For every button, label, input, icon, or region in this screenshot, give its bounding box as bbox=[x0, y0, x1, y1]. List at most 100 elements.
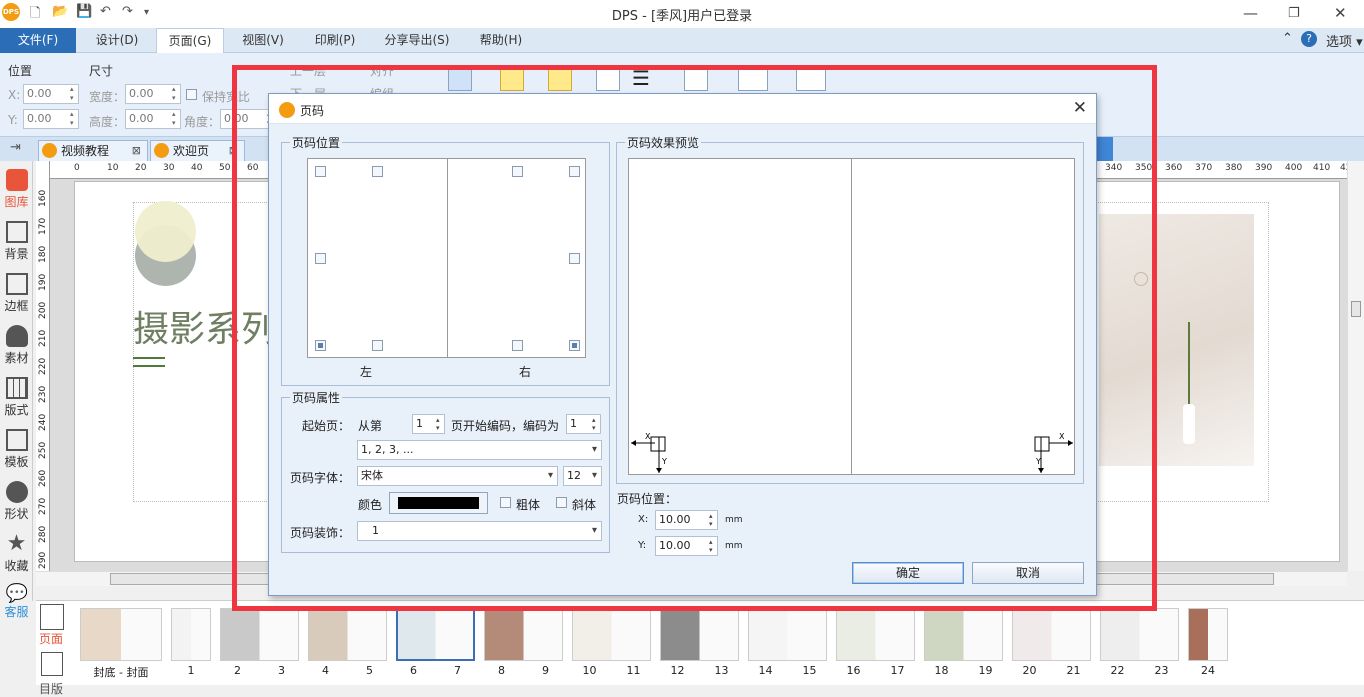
tab-video-tutorial[interactable]: 视频教程 ⊠ bbox=[38, 140, 148, 161]
page-color-icon[interactable] bbox=[448, 67, 472, 91]
page-thumbnail[interactable] bbox=[572, 608, 651, 661]
sidebar-item-favorites[interactable]: ★ 收藏 bbox=[0, 529, 33, 581]
add-page-icon[interactable] bbox=[500, 67, 524, 91]
italic-checkbox[interactable] bbox=[556, 497, 567, 508]
spread-view-icon[interactable] bbox=[796, 67, 826, 91]
sidebar-item-background[interactable]: 背景 bbox=[0, 217, 33, 269]
pos-left-top-center[interactable] bbox=[372, 166, 383, 177]
ok-button[interactable]: 确定 bbox=[852, 562, 964, 584]
dps-tab-icon bbox=[42, 143, 57, 158]
sidebar-item-layout[interactable]: 版式 bbox=[0, 373, 33, 425]
thumbnail-label: 9 bbox=[542, 664, 549, 677]
catalog-panel-label[interactable]: 目版 bbox=[39, 680, 63, 697]
pos-right-middle[interactable] bbox=[569, 253, 580, 264]
single-page-icon[interactable] bbox=[684, 67, 708, 91]
thumbnail-label: 5 bbox=[366, 664, 373, 677]
start-number-input[interactable]: 1 bbox=[566, 414, 601, 434]
pages-panel-label[interactable]: 页面 bbox=[39, 630, 63, 647]
pos-right-top-outer[interactable] bbox=[569, 166, 580, 177]
minimize-icon[interactable]: — bbox=[1243, 4, 1258, 22]
bold-checkbox[interactable] bbox=[500, 497, 511, 508]
pos-x-input[interactable]: 10.00 bbox=[655, 510, 718, 530]
page-thumbnail-selected[interactable] bbox=[396, 608, 475, 661]
dialog-close-icon[interactable]: ✕ bbox=[1073, 98, 1087, 118]
dialog-title-bar: 页码 ✕ bbox=[269, 94, 1096, 124]
sidebar-item-gallery[interactable]: 图库 bbox=[0, 165, 33, 217]
close-window-icon[interactable]: ✕ bbox=[1334, 4, 1347, 22]
sidebar-item-support[interactable]: 💬 客服 bbox=[0, 579, 33, 619]
sidebar-item-template[interactable]: 模板 bbox=[0, 425, 33, 477]
menu-page[interactable]: 页面(G) bbox=[156, 28, 224, 54]
menu-view[interactable]: 视图(V) bbox=[230, 28, 296, 53]
vscroll-thumb[interactable] bbox=[1351, 301, 1361, 317]
menu-file[interactable]: 文件(F) bbox=[0, 28, 76, 53]
page-thumbnail[interactable] bbox=[220, 608, 299, 661]
keep-ratio-checkbox[interactable] bbox=[186, 89, 197, 100]
pos-left-middle[interactable] bbox=[315, 253, 326, 264]
delete-page-icon[interactable] bbox=[548, 67, 572, 91]
ruler-tick: 50 bbox=[219, 163, 231, 173]
decoration-select[interactable]: 1 bbox=[357, 521, 602, 541]
collapse-ribbon-icon[interactable]: ⌃ bbox=[1282, 31, 1293, 46]
page-thumbnail[interactable] bbox=[484, 608, 563, 661]
sidebar-item-shape[interactable]: 形状 bbox=[0, 477, 33, 529]
pos-right-bottom-outer[interactable] bbox=[569, 340, 580, 351]
menu-share-export[interactable]: 分享导出(S) bbox=[374, 28, 460, 53]
help-icon[interactable]: ? bbox=[1301, 31, 1317, 47]
restore-icon[interactable]: ❐ bbox=[1288, 6, 1300, 21]
page-thumbnail[interactable] bbox=[1100, 608, 1179, 661]
number-format-select[interactable]: 1, 2, 3, ... bbox=[357, 440, 602, 460]
close-tab-icon[interactable]: ⊠ bbox=[132, 141, 141, 161]
flower-stem bbox=[1188, 322, 1208, 412]
align-button[interactable]: 对齐 bbox=[370, 62, 394, 79]
pos-y-input[interactable]: 10.00 bbox=[655, 536, 718, 556]
page-thumbnail[interactable] bbox=[836, 608, 915, 661]
layer-up-button[interactable]: 上一层 bbox=[290, 62, 326, 79]
ruler-tick: 160 bbox=[38, 189, 48, 207]
page-thumbnail[interactable] bbox=[748, 608, 827, 661]
color-picker-button[interactable] bbox=[389, 492, 488, 514]
menu-design[interactable]: 设计(D) bbox=[84, 28, 150, 53]
page-thumbnail[interactable] bbox=[924, 608, 1003, 661]
start-page-input[interactable]: 1 bbox=[412, 414, 445, 434]
flower-photo[interactable] bbox=[1099, 214, 1254, 466]
page-thumbnail[interactable] bbox=[308, 608, 387, 661]
menu-help[interactable]: 帮助(H) bbox=[468, 28, 534, 53]
page-thumbnail[interactable] bbox=[1188, 608, 1228, 661]
width-input[interactable]: 0.00 bbox=[125, 84, 181, 104]
page-thumbnail[interactable] bbox=[80, 608, 162, 661]
border-icon bbox=[5, 273, 28, 295]
x-position-input[interactable]: 0.00 bbox=[23, 84, 79, 104]
pos-right-top-center[interactable] bbox=[512, 166, 523, 177]
height-input[interactable]: 0.00 bbox=[125, 109, 181, 129]
ruler-tick: 380 bbox=[1225, 163, 1243, 173]
pages-panel-icon[interactable] bbox=[40, 604, 64, 630]
pos-left-bottom-center[interactable] bbox=[372, 340, 383, 351]
page-title-text[interactable]: 摄影系列 bbox=[133, 300, 277, 352]
pos-left-bottom-outer[interactable] bbox=[315, 340, 326, 351]
ruler-tick: 30 bbox=[163, 163, 175, 173]
sidebar-item-material[interactable]: 素材 bbox=[0, 321, 33, 373]
pos-right-bottom-center[interactable] bbox=[512, 340, 523, 351]
left-sidebar: 图库 背景 边框 素材 版式 模板 形状 ★ 收藏 💬 客服 bbox=[0, 161, 33, 619]
grid-view-icon[interactable] bbox=[738, 67, 768, 91]
vertical-scrollbar[interactable] bbox=[1347, 161, 1364, 571]
font-family-select[interactable]: 宋体 bbox=[357, 466, 558, 486]
page-number-icon[interactable] bbox=[596, 67, 620, 91]
y-position-input[interactable]: 0.00 bbox=[23, 109, 79, 129]
cancel-button[interactable]: 取消 bbox=[972, 562, 1084, 584]
options-menu[interactable]: 选项 ▾ bbox=[1326, 31, 1363, 50]
page-thumbnail[interactable] bbox=[171, 608, 211, 661]
page-thumbnail[interactable] bbox=[1012, 608, 1091, 661]
sidebar-item-border[interactable]: 边框 bbox=[0, 269, 33, 321]
tab-welcome[interactable]: 欢迎页 ⊠ bbox=[150, 140, 245, 161]
font-size-select[interactable]: 12 bbox=[563, 466, 602, 486]
pos-left-top-outer[interactable] bbox=[315, 166, 326, 177]
page-thumbnail[interactable] bbox=[660, 608, 739, 661]
panel-toggle-icon[interactable]: ⇥ bbox=[10, 140, 21, 155]
catalog-panel-icon[interactable] bbox=[41, 652, 63, 676]
menu-print[interactable]: 印刷(P) bbox=[302, 28, 368, 53]
sidebar-label: 形状 bbox=[4, 507, 29, 521]
close-tab-icon[interactable]: ⊠ bbox=[229, 141, 238, 161]
list-icon[interactable]: ☰ bbox=[632, 67, 656, 91]
